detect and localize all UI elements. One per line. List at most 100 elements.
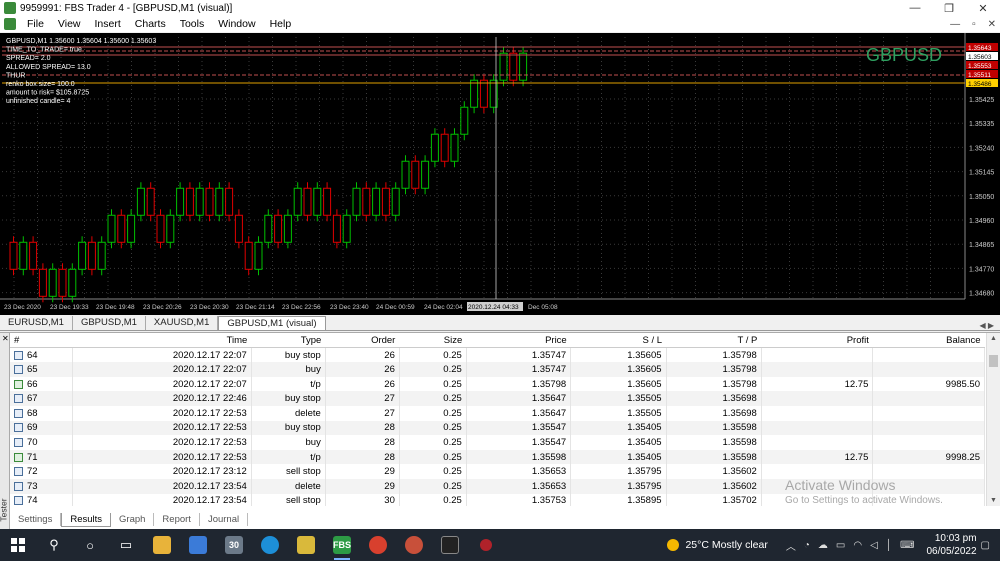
table-row[interactable]: 64 2020.12.17 22:07 buy stop 26 0.25 1.35747 1… [10, 347, 985, 363]
scroll-up-icon[interactable]: ▲ [990, 335, 997, 342]
price-tag-text: 1.35511 [968, 72, 991, 79]
scroll-down-icon[interactable]: ▼ [990, 497, 997, 504]
candle-body [470, 79, 479, 108]
chart-app-icon[interactable] [432, 529, 468, 561]
cell-sl: 1.35605 [570, 362, 667, 377]
time-axis-label: 24 Dec 00:59 [376, 304, 415, 311]
table-row[interactable]: 67 2020.12.17 22:46 buy stop 27 0.25 1.35647 1… [10, 391, 985, 406]
table-row[interactable]: 70 2020.12.17 22:53 buy 28 0.25 1.35547 1.3540… [10, 435, 985, 450]
row-number: 70 [27, 436, 38, 448]
chart-tab-xauusd[interactable]: XAUUSD,M1 [146, 316, 219, 330]
system-tray: 25°C Mostly clear ︿ ◔ ☁ ▭ ◠ ◁ │ ⌨ 10:03 … [667, 529, 994, 561]
menu-tools[interactable]: Tools [173, 18, 212, 30]
col-header-profit[interactable]: Profit [761, 333, 873, 349]
results-scrollbar[interactable]: ▲ ▼ [986, 333, 1000, 506]
table-row[interactable]: 71 2020.12.17 22:53 t/p 28 0.25 1.35598 1.3540… [10, 449, 985, 465]
chart-tab-gbpusd[interactable]: GBPUSD,M1 [73, 316, 146, 330]
app-icon-red[interactable] [396, 529, 432, 561]
cell-time: 2020.12.17 23:54 [72, 478, 252, 494]
fbs-trader-taskbar-icon[interactable]: FBS [324, 529, 360, 561]
candle-body [372, 187, 381, 216]
col-header-time[interactable]: Time [72, 333, 252, 349]
cell-price: 1.35647 [466, 391, 572, 406]
menu-charts[interactable]: Charts [128, 18, 173, 30]
col-header-tp[interactable]: T / P [666, 333, 762, 349]
cell-order: 29 [325, 464, 400, 479]
network-icon[interactable]: ◔ [804, 540, 810, 551]
cell-balance: 9998.25 [872, 449, 985, 465]
cell-size: 0.25 [399, 347, 467, 363]
scroll-thumb[interactable] [989, 355, 998, 367]
col-header-number[interactable]: # [10, 333, 73, 349]
cell-sl: 1.35405 [570, 435, 667, 450]
tab-report[interactable]: Report [154, 513, 200, 526]
edge-browser-icon[interactable] [252, 529, 288, 561]
chart-tab-gbpusd-visual[interactable]: GBPUSD,M1 (visual) [218, 316, 326, 330]
mdi-close-button[interactable]: ✕ [988, 19, 996, 30]
col-header-type[interactable]: Type [251, 333, 326, 349]
mdi-minimize-button[interactable]: — [950, 19, 960, 30]
col-header-sl[interactable]: S / L [570, 333, 667, 349]
chart-tab-eurusd[interactable]: EURUSD,M1 [0, 316, 73, 330]
keyboard-icon[interactable]: ⌨ [900, 540, 914, 551]
tab-settings[interactable]: Settings [10, 513, 62, 526]
menu-view[interactable]: View [51, 18, 88, 30]
price-chart[interactable]: GBPUSD,M1 1.35600 1.35604 1.35600 1.3560… [0, 33, 1000, 315]
store-icon[interactable] [180, 529, 216, 561]
table-row[interactable]: 69 2020.12.17 22:53 buy stop 28 0.25 1.35547 1… [10, 420, 985, 436]
col-header-order[interactable]: Order [325, 333, 400, 349]
table-row[interactable]: 68 2020.12.17 22:53 delete 27 0.25 1.35647 1.3… [10, 405, 985, 421]
candle-body [58, 268, 67, 297]
recorder-icon[interactable] [468, 529, 504, 561]
col-header-price[interactable]: Price [466, 333, 571, 349]
tab-results[interactable]: Results [61, 513, 112, 527]
task-view-icon[interactable]: ▭ [108, 529, 144, 561]
search-icon[interactable]: ⚲ [36, 529, 72, 561]
microphone-icon[interactable]: │ [886, 540, 892, 551]
tab-graph[interactable]: Graph [111, 513, 155, 526]
col-header-size[interactable]: Size [399, 333, 467, 349]
tab-scroll-arrows-icon[interactable]: ◀ ▶ [979, 321, 994, 330]
table-row[interactable]: 66 2020.12.17 22:07 t/p 26 0.25 1.35798 1.3560… [10, 376, 985, 392]
battery-icon[interactable]: ▭ [836, 540, 845, 551]
cortana-icon[interactable]: ○ [72, 529, 108, 561]
tester-close-icon[interactable]: ✕ [2, 334, 9, 343]
app-icon-yellow[interactable] [288, 529, 324, 561]
price-tag-text: 1.35603 [968, 54, 992, 61]
camera-app-icon[interactable]: 30 [216, 529, 252, 561]
weather-widget[interactable]: 25°C Mostly clear [667, 539, 768, 551]
menu-file[interactable]: File [20, 18, 51, 30]
tab-journal[interactable]: Journal [200, 513, 249, 526]
minimize-button[interactable]: — [898, 0, 932, 16]
row-number: 71 [27, 451, 38, 463]
col-header-balance[interactable]: Balance [872, 333, 985, 349]
menu-window[interactable]: Window [211, 18, 262, 30]
close-button[interactable]: ✕ [966, 0, 1000, 16]
cloud-icon[interactable]: ☁ [818, 540, 828, 551]
cell-size: 0.25 [399, 405, 467, 421]
menu-help[interactable]: Help [263, 18, 299, 30]
mdi-restore-button[interactable]: ▫ [972, 19, 976, 30]
cell-profit: 12.75 [761, 376, 874, 392]
menu-insert[interactable]: Insert [88, 18, 128, 30]
chrome-icon[interactable] [360, 529, 396, 561]
cell-sl: 1.35405 [570, 449, 667, 465]
order-row-icon [14, 350, 23, 360]
document-icon [4, 18, 16, 30]
chevron-up-icon[interactable]: ︿ [786, 538, 796, 553]
volume-icon[interactable]: ◁ [870, 540, 878, 551]
clock-date: 06/05/2022 [926, 546, 977, 557]
wifi-icon[interactable]: ◠ [853, 540, 862, 551]
table-row[interactable]: 65 2020.12.17 22:07 buy 26 0.25 1.35747 1.3560… [10, 362, 985, 377]
notifications-icon[interactable]: ▢ [981, 540, 990, 551]
file-explorer-icon[interactable] [144, 529, 180, 561]
tester-sidebar: ✕ Tester [0, 333, 10, 530]
start-button[interactable] [0, 529, 36, 561]
cell-tp: 1.35798 [666, 347, 762, 363]
cell-price: 1.35753 [466, 493, 572, 506]
maximize-button[interactable]: ❐ [932, 0, 966, 16]
taskbar-clock[interactable]: 10:03 pm 06/05/2022 [926, 532, 976, 558]
cell-tp: 1.35598 [666, 420, 762, 436]
chart-info-line: ALLOWED SPREAD= 13.0 [6, 64, 91, 71]
chart-canvas[interactable]: GBPUSD,M1 1.35600 1.35604 1.35600 1.3560… [0, 33, 1000, 315]
